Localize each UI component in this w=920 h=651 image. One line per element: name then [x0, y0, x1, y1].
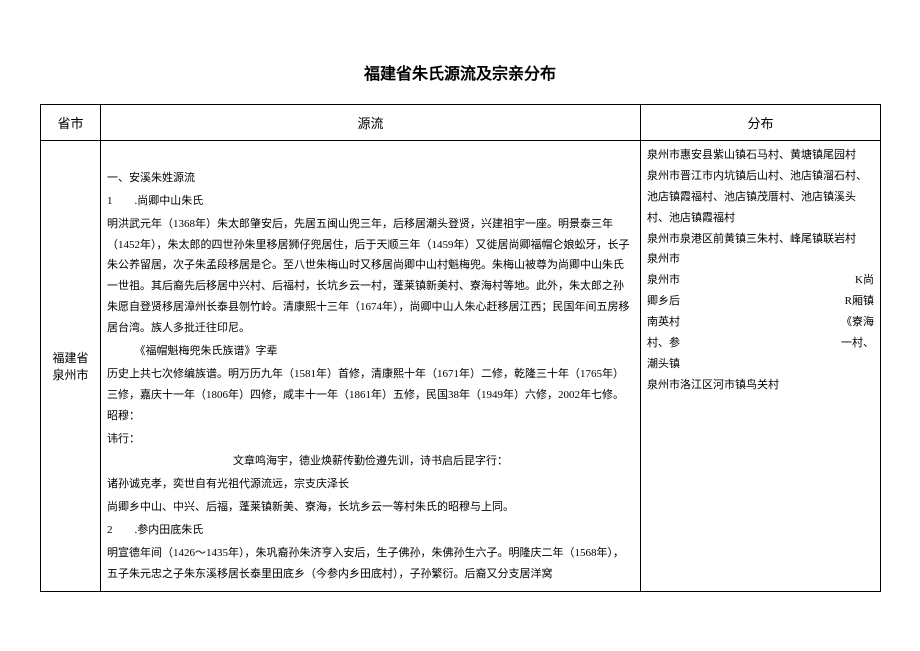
dist-d8: 村、参一村、 [647, 333, 874, 354]
dist-d10: 泉州市洛江区河市镇鸟关村 [647, 375, 874, 396]
origin-p10: 2 .参内田底朱氏 [107, 520, 634, 541]
origin-p7: 文章鸣海宇，德业焕薪传勤俭遵先训，诗书启后昆字行： [107, 451, 634, 472]
origin-p5: 历史上共七次修编族谱。明万历九年（1581年）首修，清康熙十年（1671年）二修… [107, 364, 634, 427]
dist-d3: 泉州市泉港区前黄镇三朱村、峰尾镇联岩村 [647, 229, 874, 250]
dist-d4: 泉州市 [647, 249, 874, 270]
origin-p1: 一、安溪朱姓源流 [107, 168, 634, 189]
dist-d2: 泉州市晋江市内坑镇后山村、池店镇溜石村、池店镇霞福村、池店镇茂厝村、池店镇溪头村… [647, 166, 874, 229]
origin-p11: 明宣德年间（1426～1435年），朱巩裔孙朱济亨入安后，生子佛孙，朱佛孙生六子… [107, 543, 634, 585]
origin-p2: 1 .尚卿中山朱氏 [107, 191, 634, 212]
table-row: 福建省泉州市 一、安溪朱姓源流 1 .尚卿中山朱氏 明洪武元年（1368年）朱太… [41, 141, 881, 592]
page-title: 福建省朱氏源流及宗亲分布 [40, 60, 880, 84]
header-province: 省市 [41, 105, 101, 141]
province-cell: 福建省泉州市 [41, 141, 101, 592]
dist-d6: 卿乡后R厢镇 [647, 291, 874, 312]
origin-p8: 诸孙诚克孝，奕世自有光祖代源流远，宗支庆泽长 [107, 474, 634, 495]
table-header-row: 省市 源流 分布 [41, 105, 881, 141]
header-distribution: 分布 [641, 105, 881, 141]
distribution-cell: 泉州市惠安县紫山镇石马村、黄塘镇尾园村 泉州市晋江市内坑镇后山村、池店镇溜石村、… [641, 141, 881, 592]
dist-d7: 南英村《寮海 [647, 312, 874, 333]
origin-cell: 一、安溪朱姓源流 1 .尚卿中山朱氏 明洪武元年（1368年）朱太郎肇安后，先居… [101, 141, 641, 592]
dist-d9: 潮头镇 [647, 354, 874, 375]
origin-p9: 尚卿乡中山、中兴、后福，蓬莱镇新美、寮海，长坑乡云一等村朱氏的昭穆与上同。 [107, 497, 634, 518]
dist-d1: 泉州市惠安县紫山镇石马村、黄塘镇尾园村 [647, 145, 874, 166]
origin-p3: 明洪武元年（1368年）朱太郎肇安后，先居五闽山兜三年，后移居潮头登贤，兴建祖宇… [107, 214, 634, 339]
origin-p6: 讳行： [107, 429, 634, 450]
origin-p4: 《福帽魁梅兜朱氏族谱》字辈 [107, 341, 634, 362]
header-origin: 源流 [101, 105, 641, 141]
dist-d5: 泉州市K尚 [647, 270, 874, 291]
main-table: 省市 源流 分布 福建省泉州市 一、安溪朱姓源流 1 .尚卿中山朱氏 明洪武元年… [40, 104, 881, 592]
